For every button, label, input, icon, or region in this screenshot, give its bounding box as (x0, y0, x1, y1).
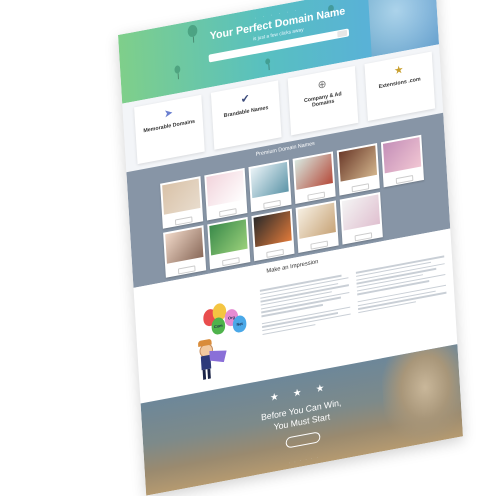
mascot-leg (202, 369, 207, 380)
domain-thumbnail (382, 137, 422, 174)
view-button[interactable] (177, 265, 196, 275)
domain-thumbnail (165, 227, 204, 264)
domain-card[interactable] (380, 134, 424, 188)
text-column (259, 271, 351, 337)
view-button[interactable] (310, 240, 329, 250)
plus-circle-icon: ⊕ (317, 78, 327, 92)
domain-thumbnail (206, 170, 245, 207)
domain-card[interactable] (292, 151, 336, 204)
domain-card[interactable] (207, 216, 251, 270)
domain-thumbnail (253, 210, 292, 248)
domain-thumbnail (209, 219, 248, 256)
balloon-decoration (265, 58, 271, 65)
domain-card[interactable] (163, 225, 207, 278)
paper-plane-icon: ➤ (163, 107, 174, 121)
domain-thumbnail (294, 153, 333, 190)
balloon-label: Com (211, 316, 226, 336)
domain-card[interactable] (339, 192, 383, 245)
text-column (355, 253, 447, 315)
view-button[interactable] (219, 208, 237, 218)
mascot-illustration: Com Org Net (195, 295, 257, 384)
cta-button[interactable] (285, 431, 321, 449)
view-button[interactable] (266, 248, 284, 258)
star-icon: ★ (393, 63, 404, 78)
domain-card[interactable] (251, 208, 295, 262)
domain-thumbnail (250, 161, 289, 199)
feature-card: ⊕ Company & Ad Domains (287, 65, 359, 136)
mascot-leg (207, 368, 211, 379)
feature-card: ★ Extensions .com (364, 51, 436, 121)
view-button[interactable] (222, 257, 240, 267)
feature-card: ✔ Brandable Names (210, 80, 282, 150)
feature-title: Company & Ad Domains (303, 91, 342, 109)
checkmark-circle-icon: ✔ (240, 92, 251, 107)
website-preview-page: · · · · · · Your Perfect Domain Name is … (118, 0, 463, 496)
domain-card[interactable] (204, 167, 248, 221)
domain-thumbnail (338, 145, 378, 182)
view-button[interactable] (174, 216, 193, 226)
search-button[interactable] (337, 29, 348, 38)
domain-thumbnail (297, 202, 336, 239)
view-button[interactable] (351, 183, 370, 193)
domain-card[interactable] (336, 143, 380, 196)
balloon-label: Net (232, 314, 247, 334)
view-button[interactable] (307, 191, 326, 201)
balloon-decoration (174, 65, 181, 74)
feature-card: ➤ Memorable Domains (134, 94, 205, 165)
domain-card[interactable] (160, 176, 204, 229)
view-button[interactable] (354, 232, 373, 242)
domain-thumbnail (162, 178, 201, 215)
view-button[interactable] (395, 174, 414, 185)
domain-card[interactable] (295, 200, 339, 253)
domain-thumbnail (341, 194, 381, 231)
domain-card[interactable] (248, 159, 292, 213)
view-button[interactable] (263, 199, 281, 209)
